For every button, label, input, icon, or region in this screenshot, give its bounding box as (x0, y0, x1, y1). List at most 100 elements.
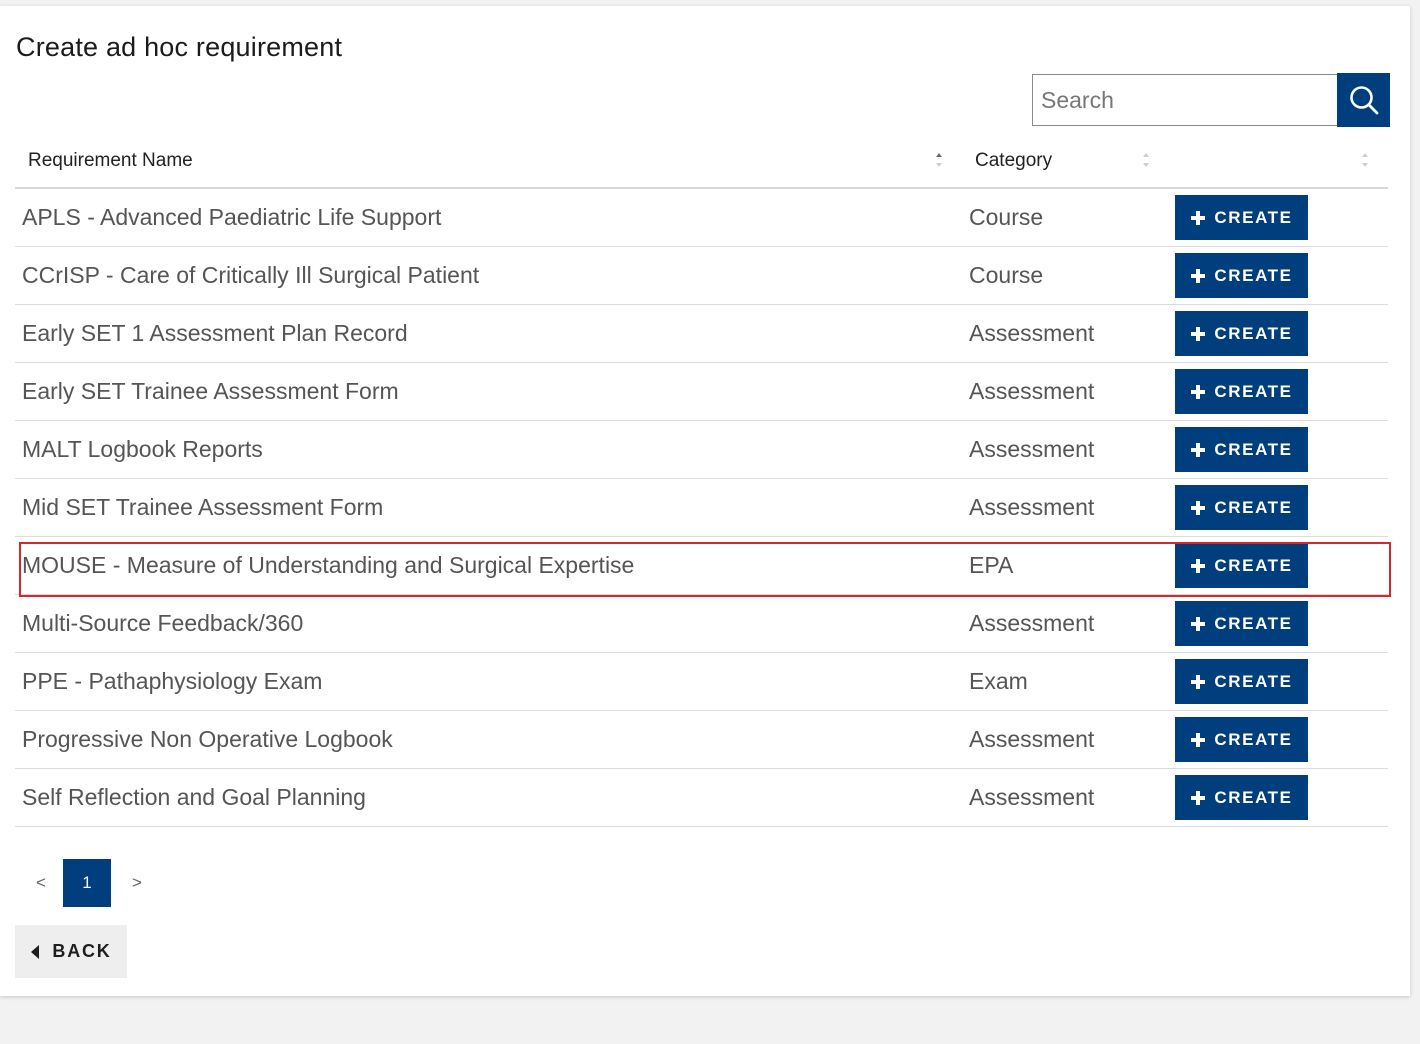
table-row: MALT Logbook Reports Assessment CREATE (15, 420, 1388, 479)
requirement-name-cell: Early SET 1 Assessment Plan Record (15, 304, 962, 363)
requirement-category: Assessment (969, 494, 1095, 520)
back-button[interactable]: BACK (15, 925, 127, 978)
requirement-name: APLS - Advanced Paediatric Life Support (22, 204, 442, 230)
requirement-category: Assessment (969, 784, 1095, 810)
create-button[interactable]: CREATE (1175, 659, 1308, 704)
plus-icon (1191, 210, 1206, 225)
create-button[interactable]: CREATE (1175, 253, 1308, 298)
requirement-name-cell: Progressive Non Operative Logbook (15, 710, 962, 769)
requirement-name-cell: Early SET Trainee Assessment Form (15, 362, 962, 421)
plus-icon (1191, 500, 1206, 515)
plus-icon (1191, 384, 1206, 399)
create-button[interactable]: CREATE (1175, 775, 1308, 820)
requirement-name: Self Reflection and Goal Planning (22, 784, 366, 810)
requirement-name: Progressive Non Operative Logbook (22, 726, 393, 752)
category-cell: EPA (962, 536, 1168, 595)
create-button-label: CREATE (1214, 323, 1293, 343)
action-cell: CREATE (1168, 188, 1388, 247)
plus-icon (1191, 442, 1206, 457)
category-cell: Assessment (962, 420, 1168, 479)
category-cell: Assessment (962, 710, 1168, 769)
requirement-name-cell: MOUSE - Measure of Understanding and Sur… (15, 536, 962, 595)
requirement-name-cell: Self Reflection and Goal Planning (15, 768, 962, 827)
requirement-category: Assessment (969, 726, 1095, 752)
create-button[interactable]: CREATE (1175, 369, 1308, 414)
table-row: Mid SET Trainee Assessment Form Assessme… (15, 478, 1388, 537)
plus-icon (1191, 674, 1206, 689)
create-button-label: CREATE (1214, 729, 1293, 749)
create-button-label: CREATE (1214, 671, 1293, 691)
create-adhoc-panel: Create ad hoc requirement Requirement Na… (0, 6, 1410, 996)
requirement-name: Multi-Source Feedback/360 (22, 610, 304, 636)
create-button[interactable]: CREATE (1175, 717, 1308, 762)
pagination-page-current[interactable]: 1 (63, 859, 111, 907)
search-button[interactable] (1337, 73, 1390, 127)
create-button-label: CREATE (1214, 439, 1293, 459)
requirement-name-cell: APLS - Advanced Paediatric Life Support (15, 188, 962, 247)
pagination: < 1 > (25, 859, 153, 907)
action-cell: CREATE (1168, 246, 1388, 305)
action-cell: CREATE (1168, 768, 1388, 827)
column-header-requirement-name[interactable]: Requirement Name (15, 134, 962, 189)
column-label: Category (975, 150, 1053, 171)
column-header-category[interactable]: Category (962, 134, 1168, 189)
table-row: Progressive Non Operative Logbook Assess… (15, 710, 1388, 769)
plus-icon (1191, 616, 1206, 631)
category-cell: Course (962, 188, 1168, 247)
caret-left-icon (31, 944, 40, 959)
create-button-label: CREATE (1214, 613, 1293, 633)
requirement-name: Early SET Trainee Assessment Form (22, 378, 399, 404)
search-icon (1349, 86, 1378, 115)
requirement-name-cell: Multi-Source Feedback/360 (15, 594, 962, 653)
back-button-label: BACK (52, 941, 112, 961)
table-row: Multi-Source Feedback/360 Assessment CRE… (15, 594, 1388, 653)
plus-icon (1191, 268, 1206, 283)
requirement-category: Course (969, 204, 1044, 230)
requirement-name-cell: Mid SET Trainee Assessment Form (15, 478, 962, 537)
requirement-name: PPE - Pathaphysiology Exam (22, 668, 323, 694)
create-button[interactable]: CREATE (1175, 485, 1308, 530)
pagination-next[interactable]: > (121, 859, 153, 907)
table-row: APLS - Advanced Paediatric Life Support … (15, 188, 1388, 247)
category-cell: Assessment (962, 768, 1168, 827)
page-title: Create ad hoc requirement (16, 32, 343, 62)
create-button[interactable]: CREATE (1175, 543, 1308, 588)
requirement-name-cell: MALT Logbook Reports (15, 420, 962, 479)
plus-icon (1191, 326, 1206, 341)
search-box (1032, 73, 1390, 127)
requirement-category: Exam (969, 668, 1028, 694)
category-cell: Assessment (962, 304, 1168, 363)
create-button-label: CREATE (1214, 265, 1293, 285)
sort-icon (936, 153, 942, 167)
pagination-prev[interactable]: < (25, 859, 57, 907)
create-button[interactable]: CREATE (1175, 311, 1308, 356)
create-button-label: CREATE (1214, 497, 1293, 517)
category-cell: Assessment (962, 594, 1168, 653)
create-button-label: CREATE (1214, 381, 1293, 401)
category-cell: Assessment (962, 478, 1168, 537)
requirement-name: Early SET 1 Assessment Plan Record (22, 320, 408, 346)
sort-icon (1362, 153, 1368, 167)
category-cell: Course (962, 246, 1168, 305)
requirement-category: Course (969, 262, 1044, 288)
create-button-label: CREATE (1214, 207, 1293, 227)
plus-icon (1191, 732, 1206, 747)
action-cell: CREATE (1168, 478, 1388, 537)
requirement-category: Assessment (969, 436, 1095, 462)
requirement-category: Assessment (969, 320, 1095, 346)
column-header-actions[interactable] (1168, 134, 1388, 189)
action-cell: CREATE (1168, 420, 1388, 479)
requirement-name-cell: PPE - Pathaphysiology Exam (15, 652, 962, 711)
create-button[interactable]: CREATE (1175, 427, 1308, 472)
plus-icon (1191, 558, 1206, 573)
create-button-label: CREATE (1214, 555, 1293, 575)
requirement-category: EPA (969, 552, 1014, 578)
requirement-category: Assessment (969, 378, 1095, 404)
requirement-name: MALT Logbook Reports (22, 436, 263, 462)
table-row: Early SET Trainee Assessment Form Assess… (15, 362, 1388, 421)
sort-icon (1143, 153, 1149, 167)
create-button[interactable]: CREATE (1175, 601, 1308, 646)
search-input[interactable] (1032, 74, 1337, 126)
create-button[interactable]: CREATE (1175, 195, 1308, 240)
table-row: Early SET 1 Assessment Plan Record Asses… (15, 304, 1388, 363)
